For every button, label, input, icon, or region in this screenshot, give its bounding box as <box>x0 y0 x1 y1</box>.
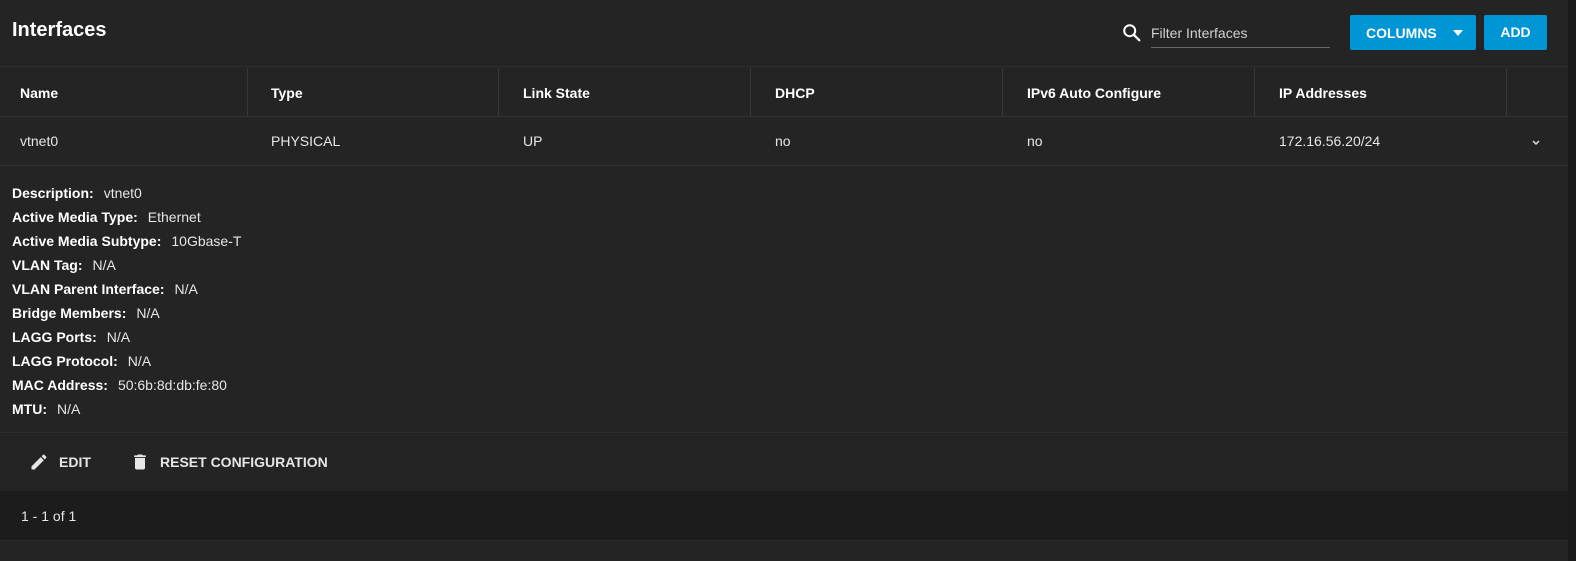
add-button[interactable]: ADD <box>1484 15 1547 50</box>
detail-lagg-ports: LAGG Ports: N/A <box>12 329 131 345</box>
page-title: Interfaces <box>12 19 107 41</box>
column-header-ipv6-auto-configure[interactable]: IPv6 Auto Configure <box>1007 68 1255 117</box>
detail-vlan-parent-interface: VLAN Parent Interface: N/A <box>12 281 198 297</box>
detail-bridge-members: Bridge Members: N/A <box>12 305 160 321</box>
table-row[interactable]: vtnet0 PHYSICAL UP no no 172.16.56.20/24 <box>0 118 1568 166</box>
table-footer: 1 - 1 of 1 <box>0 491 1568 541</box>
search-icon <box>1123 24 1141 42</box>
detail-active-media-type: Active Media Type: Ethernet <box>12 209 201 225</box>
row-details: Description: vtnet0 Active Media Type: Eth… <box>0 166 1568 433</box>
trash-icon <box>134 454 146 470</box>
cell-link-state: UP <box>523 133 543 149</box>
column-header-link-state[interactable]: Link State <box>503 68 751 117</box>
column-header-dhcp[interactable]: DHCP <box>755 68 1003 117</box>
detail-vlan-tag: VLAN Tag: N/A <box>12 257 116 273</box>
row-actions: EDIT RESET CONFIGURATION <box>0 434 1568 490</box>
edit-button-label: EDIT <box>59 454 91 470</box>
filter-interfaces-input[interactable] <box>1151 18 1330 48</box>
cell-ip-addresses: 172.16.56.20/24 <box>1279 133 1381 149</box>
detail-mac-address: MAC Address: 50:6b:8d:db:fe:80 <box>12 377 227 393</box>
column-header-ip-addresses[interactable]: IP Addresses <box>1259 68 1507 117</box>
cell-name: vtnet0 <box>20 133 59 149</box>
chevron-down-icon[interactable] <box>1528 134 1544 150</box>
reset-configuration-label: RESET CONFIGURATION <box>160 454 328 470</box>
paginator-range: 1 - 1 of 1 <box>21 508 77 524</box>
columns-button-label: COLUMNS <box>1366 25 1437 41</box>
table-header: Name Type Link State DHCP IPv6 Auto Conf… <box>0 68 1568 117</box>
detail-mtu: MTU: N/A <box>12 401 81 417</box>
column-header-name[interactable]: Name <box>0 68 248 117</box>
caret-down-icon[interactable] <box>1440 15 1476 50</box>
detail-active-media-subtype: Active Media Subtype: 10Gbase-T <box>12 233 242 249</box>
cell-dhcp: no <box>775 133 791 149</box>
column-header-type[interactable]: Type <box>251 68 499 117</box>
pencil-icon <box>31 454 47 470</box>
page-scrollbar[interactable] <box>1568 0 1576 561</box>
interfaces-card: Interfaces COLUMNS ADD Name Type Link St… <box>0 0 1568 561</box>
detail-lagg-protocol: LAGG Protocol: N/A <box>12 353 152 369</box>
detail-description: Description: vtnet0 <box>12 185 142 201</box>
toolbar: Interfaces COLUMNS ADD <box>0 0 1568 67</box>
columns-button[interactable]: COLUMNS <box>1350 15 1476 50</box>
cell-type: PHYSICAL <box>271 133 341 149</box>
edit-button[interactable]: EDIT <box>29 444 91 480</box>
reset-configuration-button[interactable]: RESET CONFIGURATION <box>130 444 328 480</box>
cell-ipv6-auto-configure: no <box>1027 133 1043 149</box>
